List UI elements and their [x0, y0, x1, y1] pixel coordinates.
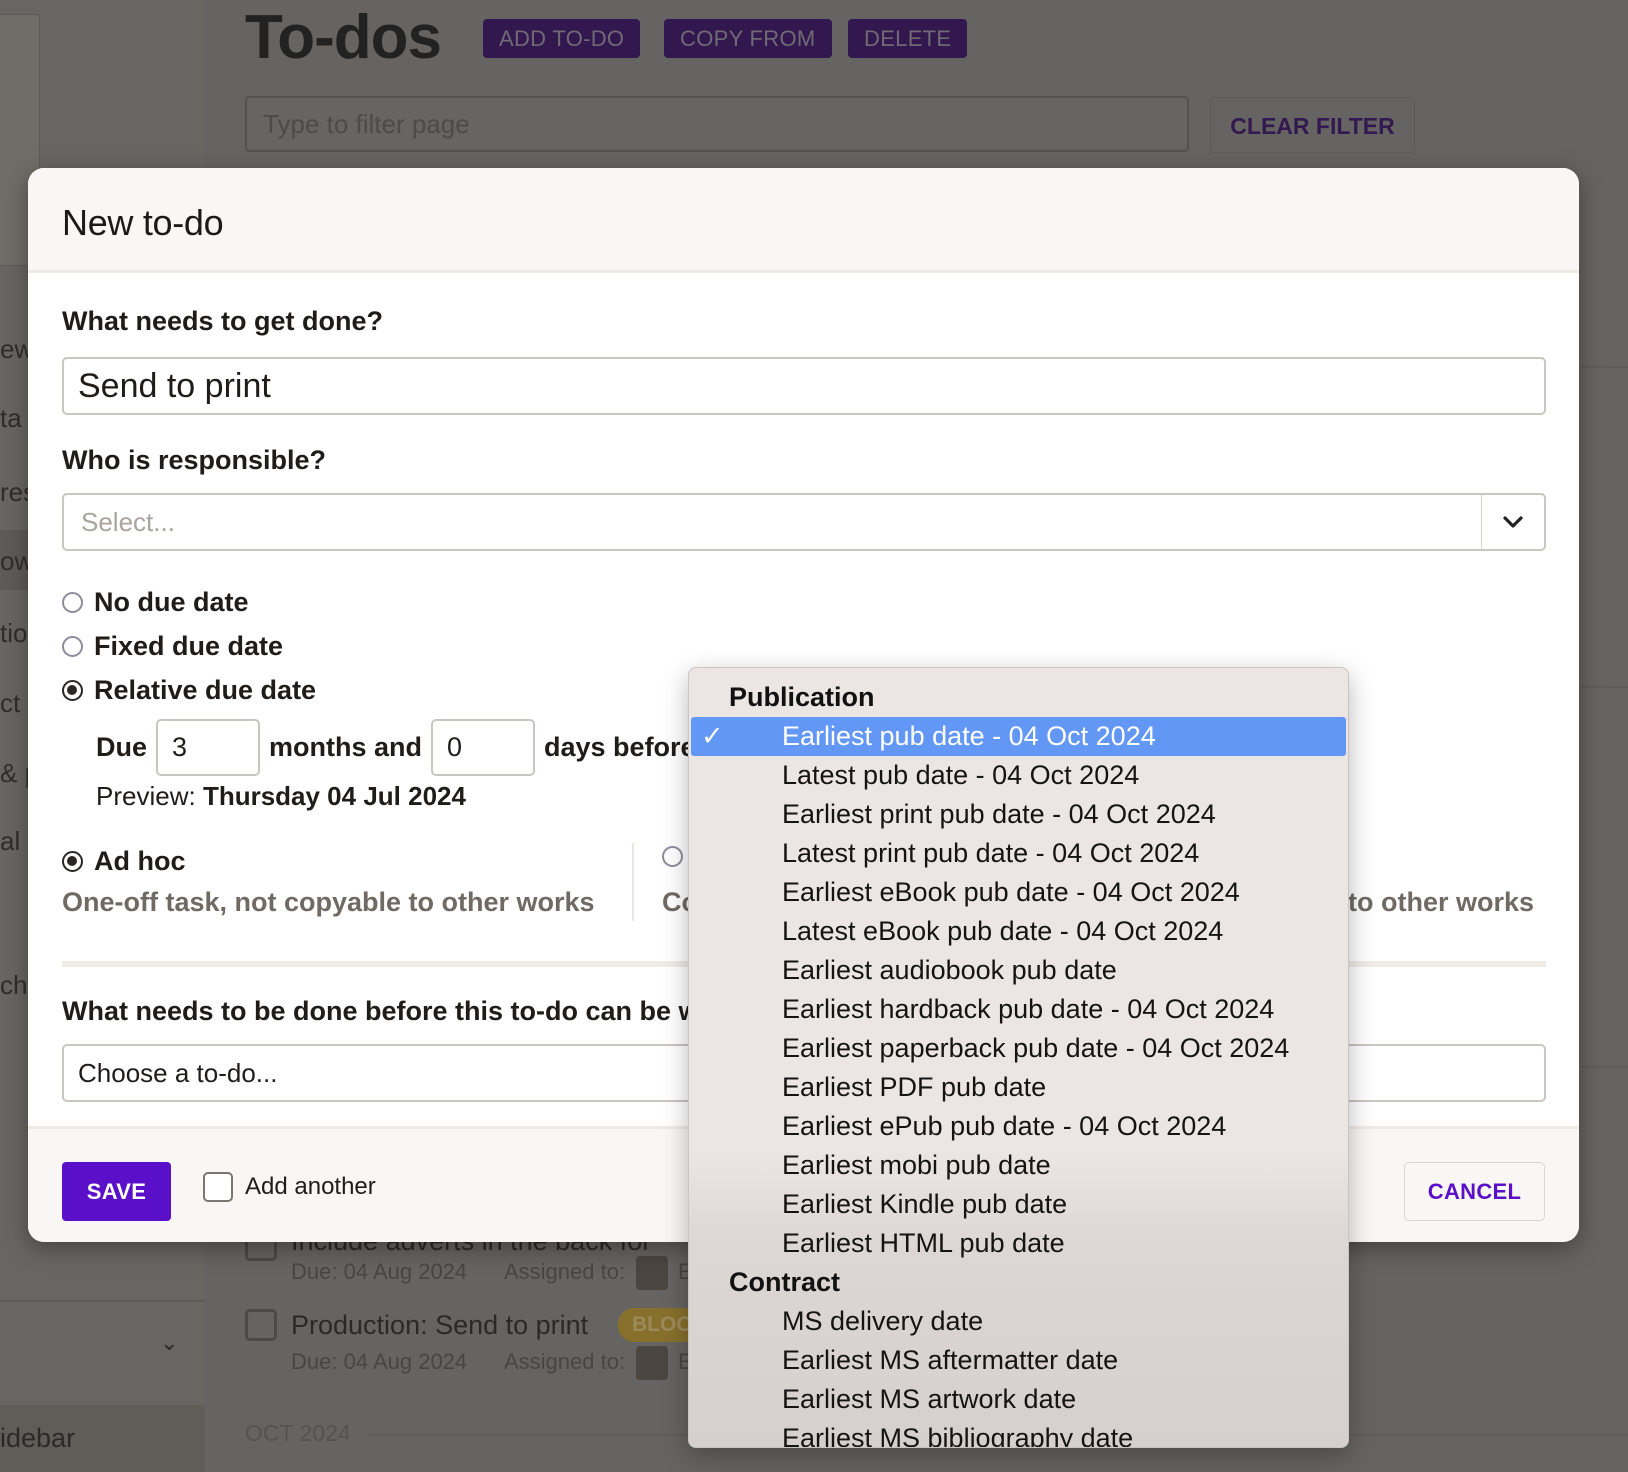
radio-button[interactable] [62, 636, 83, 657]
dropdown-option[interactable]: Latest pub date - 04 Oct 2024 [691, 756, 1346, 795]
sidebar-divider [0, 1300, 205, 1302]
todo-checkbox[interactable] [245, 1309, 277, 1341]
who-label: Who is responsible? [62, 445, 327, 475]
radio-button-checked[interactable] [62, 680, 83, 701]
checkmark-icon: ✓ [701, 721, 724, 751]
dropdown-option[interactable]: Earliest hardback pub date - 04 Oct 2024 [691, 990, 1346, 1029]
filter-input[interactable]: Type to filter page [245, 96, 1189, 152]
dropdown-option[interactable]: Earliest audiobook pub date [691, 951, 1346, 990]
add-another-label: Add another [245, 1173, 376, 1200]
dropdown-option[interactable]: MS delivery date [691, 1302, 1346, 1341]
dropdown-option[interactable]: Earliest paperback pub date - 04 Oct 202… [691, 1029, 1346, 1068]
radio-button[interactable] [662, 846, 683, 867]
option-divider [632, 843, 634, 921]
dropdown-option[interactable]: Earliest Kindle pub date [691, 1185, 1346, 1224]
page-title: To-dos [245, 3, 442, 72]
delete-button[interactable]: DELETE [848, 19, 968, 58]
months-label: months and [269, 732, 423, 762]
select-separator [1481, 495, 1482, 549]
sidebar-item-contract[interactable]: ct [0, 688, 20, 719]
due-prefix: Due [96, 732, 148, 762]
dropdown-option[interactable]: Latest print pub date - 04 Oct 2024 [691, 834, 1346, 873]
dropdown-option[interactable]: ✓ Earliest pub date - 04 Oct 2024 [691, 717, 1346, 756]
months-input[interactable]: 3 [156, 719, 261, 776]
what-label: What needs to get done? [62, 306, 383, 336]
responsible-select[interactable]: Select... [62, 493, 1546, 551]
radio-label: Relative due date [94, 675, 317, 705]
sidebar-toggle-label: idebar [0, 1423, 76, 1453]
dropdown-option[interactable]: Earliest mobi pub date [691, 1146, 1346, 1185]
todo-title[interactable]: Production: Send to print [291, 1310, 588, 1341]
list-divider [1580, 686, 1628, 688]
dropdown-option[interactable]: Earliest ePub pub date - 04 Oct 2024 [691, 1107, 1346, 1146]
date-preview: Preview: Thursday 04 Jul 2024 [96, 781, 466, 812]
sidebar-item-financial[interactable]: al [0, 826, 20, 857]
chevron-down-icon[interactable] [1500, 509, 1526, 535]
todo-name-input[interactable]: Send to print [62, 357, 1546, 415]
radio-button-checked[interactable] [62, 851, 83, 872]
radio-label: Fixed due date [94, 631, 284, 661]
save-button[interactable]: SAVE [62, 1162, 171, 1221]
dropdown-option[interactable]: Earliest MS bibliography date [691, 1419, 1346, 1447]
option-label: Earliest pub date - 04 Oct 2024 [782, 721, 1156, 751]
responsible-placeholder: Select... [81, 507, 175, 537]
days-input[interactable]: 0 [431, 719, 536, 776]
dropdown-option[interactable]: Earliest PDF pub date [691, 1068, 1346, 1107]
todo-assigned-label: Assigned to: [504, 1349, 626, 1374]
radio-ad-hoc[interactable]: Ad hoc [62, 846, 186, 877]
chevron-down-icon[interactable]: ⌄ [160, 1330, 178, 1356]
preview-label: Preview: [96, 781, 196, 811]
add-todo-button[interactable]: ADD TO-DO [483, 19, 641, 58]
dropdown-option[interactable]: Earliest print pub date - 04 Oct 2024 [691, 795, 1346, 834]
cancel-button[interactable]: CANCEL [1404, 1162, 1545, 1221]
preview-value: Thursday 04 Jul 2024 [202, 781, 466, 811]
sidebar-toggle[interactable]: idebar [0, 1405, 205, 1472]
dropdown-option[interactable]: Earliest MS artwork date [691, 1380, 1346, 1419]
list-divider [1580, 366, 1628, 368]
copyable-description-tail: to other works [1348, 887, 1535, 917]
avatar [636, 1256, 668, 1290]
todo-assigned-label: Assigned to: [504, 1259, 626, 1284]
blocker-placeholder: Choose a to-do... [78, 1058, 278, 1088]
ad-hoc-description: One-off task, not copyable to other work… [62, 887, 595, 917]
radio-no-due-date[interactable]: No due date [62, 587, 249, 618]
list-divider [1580, 1066, 1628, 1068]
blocker-label: What needs to be done before this to-do … [62, 996, 700, 1026]
month-heading: OCT 2024 [245, 1420, 351, 1446]
avatar [636, 1346, 668, 1380]
dropdown-group-publication: Publication [729, 682, 875, 712]
days-label: days before [544, 732, 696, 762]
dropdown-option[interactable]: Earliest MS aftermatter date [691, 1341, 1346, 1380]
todo-due: Due: 04 Aug 2024 [291, 1259, 468, 1284]
sidebar-item-metadata[interactable]: ta [0, 403, 22, 434]
sidebar-item-search[interactable]: ch [0, 970, 27, 1001]
modal-title: New to-do [62, 202, 224, 243]
sidebar-item-production[interactable]: tio [0, 618, 27, 649]
add-another-toggle[interactable]: Add another [203, 1172, 376, 1202]
radio-button[interactable] [62, 592, 83, 613]
dropdown-option[interactable]: Latest eBook pub date - 04 Oct 2024 [691, 912, 1346, 951]
radio-label: Ad hoc [94, 846, 186, 876]
radio-relative-due-date[interactable]: Relative due date [62, 675, 316, 706]
dropdown-group-contract: Contract [729, 1267, 841, 1297]
todo-due: Due: 04 Aug 2024 [291, 1349, 468, 1374]
add-another-checkbox[interactable] [203, 1172, 233, 1202]
dropdown-option[interactable]: Earliest HTML pub date [691, 1224, 1346, 1263]
radio-label: No due date [94, 587, 249, 617]
radio-fixed-due-date[interactable]: Fixed due date [62, 631, 283, 662]
relative-due-row: Due 3 months and 0 days before [96, 719, 696, 776]
modal-header: New to-do [28, 168, 1579, 273]
clear-filter-button[interactable]: CLEAR FILTER [1210, 97, 1415, 153]
copy-from-button[interactable]: COPY FROM [664, 19, 832, 58]
relative-date-dropdown[interactable]: Publication ✓ Earliest pub date - 04 Oct… [688, 667, 1349, 1448]
dropdown-option[interactable]: Earliest eBook pub date - 04 Oct 2024 [691, 873, 1346, 912]
